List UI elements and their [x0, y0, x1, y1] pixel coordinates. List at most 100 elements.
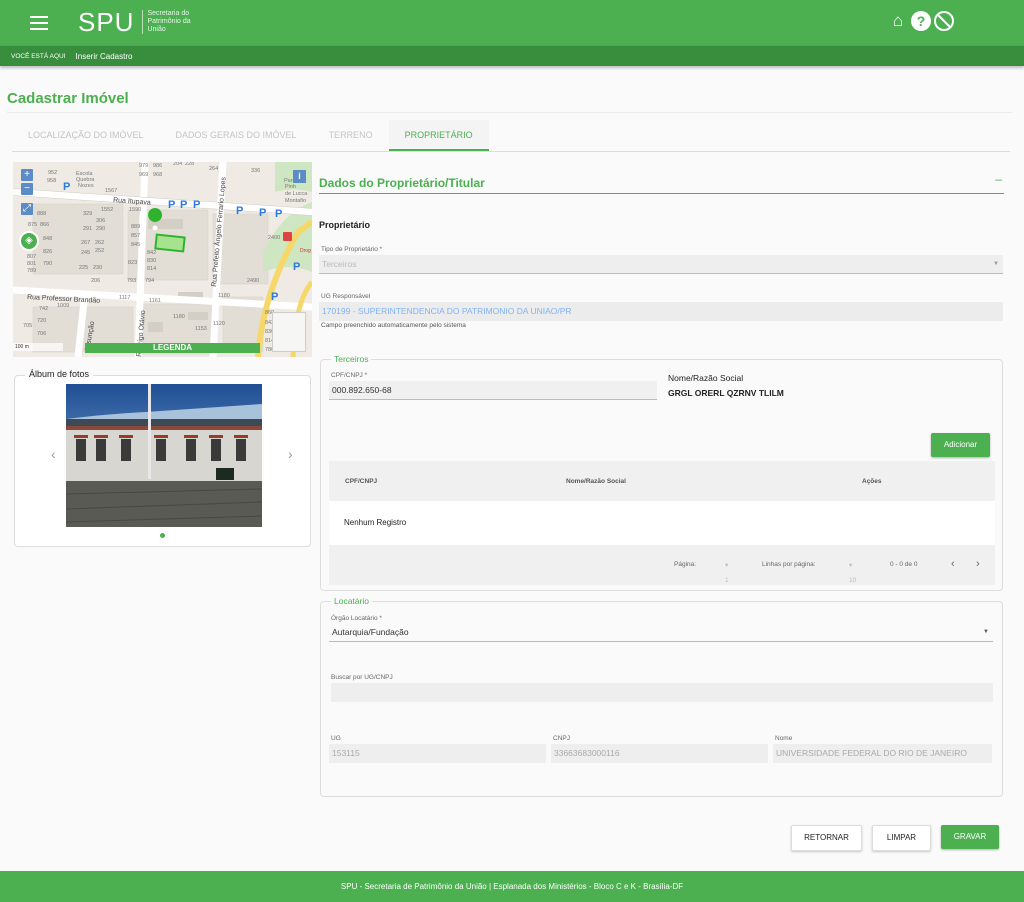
svg-text:857: 857	[131, 233, 140, 239]
svg-text:720: 720	[37, 318, 46, 324]
logo-text: SPU	[78, 7, 135, 37]
header-actions: ⌂ ?	[888, 11, 954, 31]
owner-type-label: Tipo de Proprietário *	[321, 246, 383, 253]
svg-text:794: 794	[145, 278, 154, 284]
svg-text:264: 264	[209, 166, 218, 172]
svg-text:958: 958	[47, 178, 56, 184]
nome-label: Nome	[775, 735, 793, 742]
svg-text:866: 866	[40, 222, 49, 228]
minimap-thumbnail[interactable]	[272, 312, 306, 352]
svg-text:P: P	[293, 261, 300, 273]
map-legend-button[interactable]: LEGENDA	[85, 343, 260, 353]
rows-per-page-label: Linhas por página:	[762, 561, 816, 568]
gravar-button[interactable]: GRAVAR	[941, 825, 999, 849]
album-prev-icon[interactable]: ‹	[51, 446, 56, 462]
svg-text:2490: 2490	[247, 278, 259, 284]
svg-text:262: 262	[95, 240, 104, 246]
svg-text:1590: 1590	[129, 207, 141, 213]
chevron-down-icon: ▼	[993, 261, 999, 267]
svg-text:245: 245	[81, 250, 90, 256]
svg-text:968: 968	[153, 172, 162, 178]
album-next-icon[interactable]: ›	[288, 446, 293, 462]
svg-text:952: 952	[48, 170, 57, 176]
next-page-icon[interactable]: ›	[976, 558, 980, 570]
column-acoes: Ações	[862, 478, 882, 485]
help-icon[interactable]: ?	[911, 11, 931, 31]
page-select[interactable]: 1 ▾	[725, 561, 729, 584]
breadcrumb: VOCÊ ESTÁ AQUI Inserir Cadastro	[0, 46, 1024, 66]
svg-text:P: P	[275, 208, 282, 220]
ug-responsavel-label: UG Responsável	[321, 293, 371, 300]
cpf-cnpj-input[interactable]: 000.892.650-68	[329, 381, 657, 400]
zoom-out-button[interactable]: −	[21, 183, 33, 195]
svg-text:Nozes: Nozes	[78, 183, 94, 189]
svg-text:P: P	[236, 205, 243, 217]
collapse-icon[interactable]: –	[995, 172, 1002, 186]
zoom-in-button[interactable]: +	[21, 169, 33, 181]
svg-text:823: 823	[128, 260, 137, 266]
add-terceiro-button[interactable]: Adicionar	[931, 433, 990, 457]
svg-text:875: 875	[28, 222, 37, 228]
svg-text:848: 848	[43, 236, 52, 242]
orgao-locatario-value: Autarquia/Fundação	[332, 627, 409, 637]
svg-text:830: 830	[147, 258, 156, 264]
map-scale: 100 m	[13, 343, 63, 351]
orgao-locatario-select[interactable]: Autarquia/Fundação ▼	[329, 623, 993, 642]
terceiros-legend: Terceiros	[331, 354, 372, 364]
page-select-value: 1	[725, 577, 729, 584]
block-icon[interactable]	[934, 11, 954, 31]
svg-text:845: 845	[131, 242, 140, 248]
rows-per-page-value: 10	[849, 577, 857, 584]
title-divider	[7, 112, 1012, 113]
property-photo[interactable]	[66, 384, 262, 527]
ug-label: UG	[331, 735, 341, 742]
buscar-ug-cnpj-label: Buscar por UG/CNPJ	[331, 674, 393, 681]
svg-text:979: 979	[139, 163, 148, 169]
column-cpf-cnpj[interactable]: CPF/CNPJ	[345, 478, 377, 485]
svg-text:de Lucca: de Lucca	[285, 191, 308, 197]
svg-text:742: 742	[39, 306, 48, 312]
ug-responsavel-hint: Campo preenchido automaticamente pelo si…	[321, 322, 466, 329]
svg-text:888: 888	[37, 211, 46, 217]
breadcrumb-here-label: VOCÊ ESTÁ AQUI	[11, 52, 66, 60]
locatario-legend: Locatário	[331, 596, 372, 606]
spu-logo[interactable]: SPU Secretaria do Patrimônio da União	[78, 8, 202, 36]
tab-dados-gerais[interactable]: DADOS GERAIS DO IMÓVEL	[160, 120, 313, 151]
limpar-button[interactable]: LIMPAR	[872, 825, 931, 851]
breadcrumb-current[interactable]: Inserir Cadastro	[76, 52, 133, 61]
svg-text:206: 206	[91, 278, 100, 284]
svg-text:1153: 1153	[195, 326, 207, 332]
owner-type-value: Terceiros	[322, 259, 357, 269]
svg-text:789: 789	[27, 268, 36, 274]
top-app-bar: SPU Secretaria do Patrimônio da União ⌂ …	[0, 0, 1024, 46]
tab-localizacao[interactable]: LOCALIZAÇÃO DO IMÓVEL	[12, 120, 160, 151]
buscar-ug-cnpj-input[interactable]	[331, 683, 993, 702]
column-nome-razao[interactable]: Nome/Razão Social	[566, 478, 626, 485]
svg-text:1180: 1180	[173, 314, 185, 320]
logo-subtitle: Secretaria do Patrimônio da União	[142, 10, 202, 34]
section-divider	[319, 193, 1004, 194]
tab-terreno[interactable]: TERRENO	[313, 120, 389, 151]
hamburger-menu-icon[interactable]	[30, 16, 48, 30]
prev-page-icon[interactable]: ‹	[951, 558, 955, 570]
fullscreen-icon[interactable]: ⤢	[21, 203, 33, 215]
svg-text:1117: 1117	[119, 295, 130, 301]
location-map[interactable]: P PPP PPP PP Rua Itupava Rua Professor B…	[13, 162, 312, 357]
nome-razao-label: Nome/Razão Social	[668, 373, 744, 383]
rows-per-page-select[interactable]: 10 ▾	[849, 561, 856, 584]
property-photo-image	[66, 384, 262, 527]
orgao-locatario-label: Órgão Locatário *	[331, 615, 382, 622]
map-info-button[interactable]: i	[293, 170, 306, 183]
layers-icon[interactable]: ◈	[19, 231, 39, 251]
nome-razao-value: GRGL ORERL QZRNV TLILM	[668, 388, 784, 398]
ug-responsavel-field: 170199 - SUPERINTENDENCIA DO PATRIMONIO …	[319, 302, 1003, 321]
owner-type-select[interactable]: Terceiros ▼	[319, 255, 1003, 274]
cpf-cnpj-label: CPF/CNPJ *	[331, 372, 368, 379]
album-pagination-dot[interactable]	[160, 533, 165, 538]
cnpj-field: 33663683000116	[551, 744, 768, 763]
retornar-button[interactable]: RETORNAR	[791, 825, 862, 851]
tab-proprietario[interactable]: PROPRIETÁRIO	[388, 120, 489, 151]
home-icon[interactable]: ⌂	[888, 11, 908, 31]
svg-text:969: 969	[139, 172, 148, 178]
ug-field: 153115	[329, 744, 546, 763]
